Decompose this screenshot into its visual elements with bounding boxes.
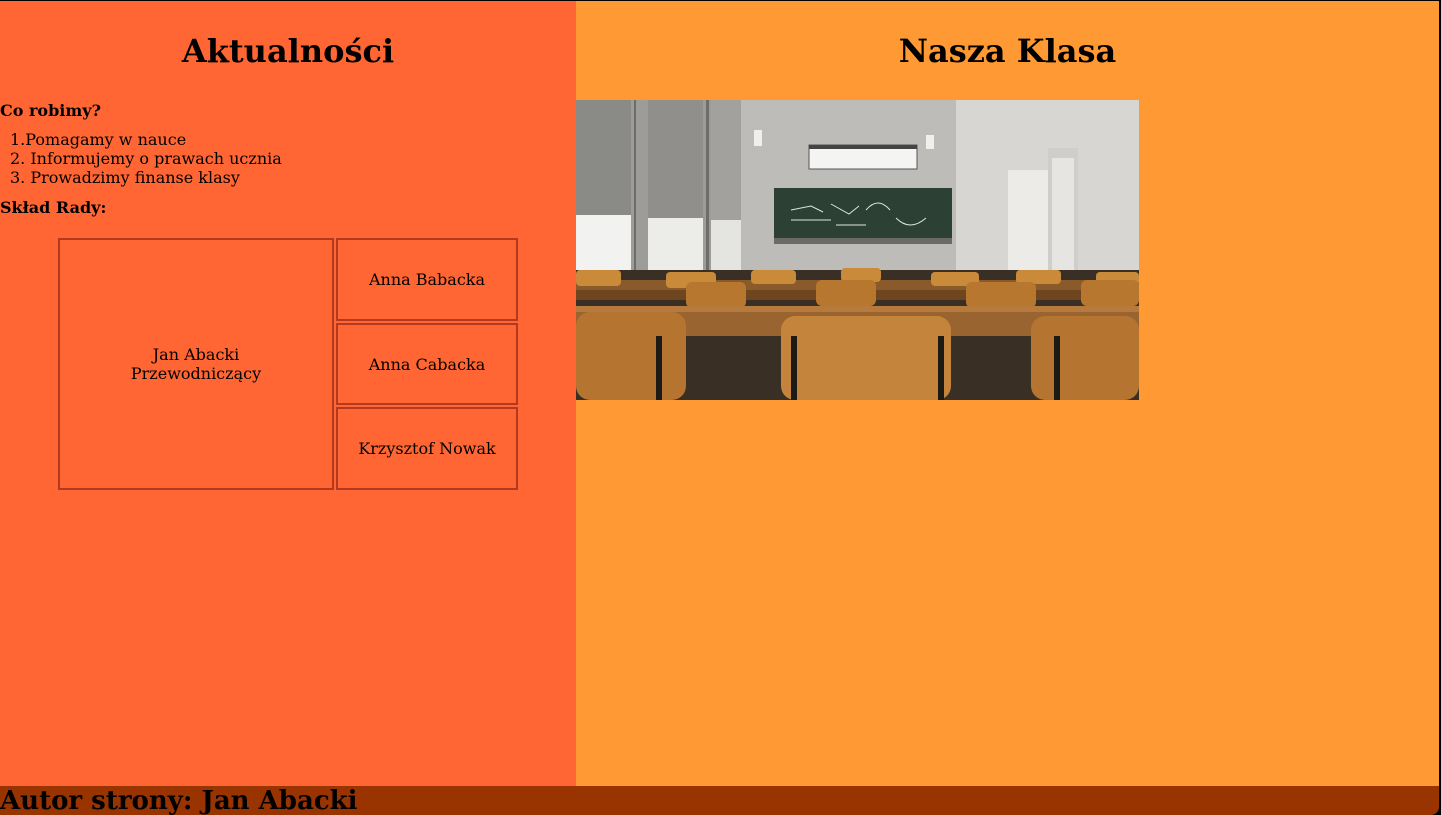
class-panel: Nasza Klasa bbox=[576, 1, 1439, 786]
council-heading: Skład Rady: bbox=[0, 198, 107, 217]
list-item: 2. Informujemy o prawach ucznia bbox=[10, 149, 282, 168]
chair-name: Jan Abacki bbox=[152, 345, 240, 364]
council-member-box: Krzysztof Nowak bbox=[336, 407, 518, 490]
council-chair-box: Jan Abacki Przewodniczący bbox=[58, 238, 334, 490]
council-member-box: Anna Babacka bbox=[336, 238, 518, 321]
what-we-do-heading: Co robimy? bbox=[0, 101, 101, 120]
member-name: Anna Babacka bbox=[368, 270, 486, 289]
class-title: Nasza Klasa bbox=[898, 32, 1117, 70]
chair-role: Przewodniczący bbox=[130, 364, 262, 383]
news-title: Aktualności bbox=[181, 32, 395, 70]
classroom-photo bbox=[576, 100, 1139, 400]
member-name: Anna Cabacka bbox=[368, 354, 486, 374]
footer-author: Autor strony: Jan Abacki bbox=[0, 786, 358, 815]
list-item: 1.Pomagamy w nauce bbox=[10, 130, 187, 149]
council-member-box: Anna Cabacka bbox=[336, 323, 518, 405]
news-panel: Aktualności Co robimy? 1.Pomagamy w nauc… bbox=[0, 1, 576, 786]
page: Aktualności Co robimy? 1.Pomagamy w nauc… bbox=[0, 0, 1441, 815]
activities-list: 1.Pomagamy w nauce 2. Informujemy o praw… bbox=[10, 130, 282, 187]
list-item: 3. Prowadzimy finanse klasy bbox=[10, 168, 240, 187]
member-name: Krzysztof Nowak bbox=[358, 439, 496, 458]
footer: Autor strony: Jan Abacki bbox=[0, 786, 1439, 815]
